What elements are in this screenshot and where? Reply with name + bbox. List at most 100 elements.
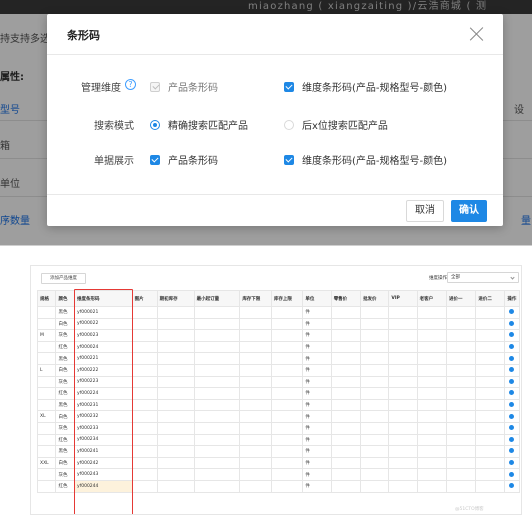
edit-icon[interactable] [509,483,515,489]
empty-cell[interactable] [131,317,158,331]
empty-cell[interactable] [193,410,241,423]
edit-icon[interactable] [509,320,515,326]
price-cell[interactable] [330,398,362,412]
price-cell[interactable] [445,363,477,377]
edit-icon[interactable] [509,425,515,431]
empty-cell[interactable] [270,410,304,423]
edit-icon[interactable] [509,367,515,373]
price-cell[interactable] [416,317,448,331]
price-cell[interactable] [416,329,448,342]
price-cell[interactable] [330,375,362,389]
barcode-cell[interactable]: yf000222 [73,363,133,377]
price-cell[interactable] [388,410,418,423]
price-cell[interactable] [475,468,505,481]
price-cell[interactable] [445,445,477,458]
empty-cell[interactable] [131,306,158,319]
price-cell[interactable] [360,317,390,331]
empty-cell[interactable] [131,456,158,470]
price-cell[interactable] [360,479,390,493]
cancel-button[interactable]: 取消 [406,200,444,222]
empty-cell[interactable] [131,329,158,342]
empty-cell[interactable] [239,479,272,493]
edit-icon[interactable] [509,344,515,350]
radio-selected-icon[interactable] [150,119,160,130]
price-cell[interactable] [388,340,418,354]
price-cell[interactable] [445,317,477,331]
price-cell[interactable] [360,456,390,470]
barcode-cell[interactable]: yf000243 [73,468,133,481]
price-cell[interactable] [330,433,362,447]
price-cell[interactable] [360,421,390,435]
empty-cell[interactable] [239,421,272,435]
edit-icon[interactable] [509,309,515,315]
empty-cell[interactable] [239,456,272,470]
price-cell[interactable] [360,445,390,458]
price-cell[interactable] [360,410,390,423]
price-cell[interactable] [445,329,477,342]
price-cell[interactable] [388,363,418,377]
price-cell[interactable] [475,363,505,377]
price-cell[interactable] [445,421,477,435]
price-cell[interactable] [330,329,362,342]
barcode-cell[interactable]: yf000244 [73,479,133,493]
price-cell[interactable] [445,387,477,400]
barcode-cell[interactable]: yf000242 [73,456,133,470]
empty-cell[interactable] [239,306,272,319]
empty-cell[interactable] [193,468,241,481]
empty-cell[interactable] [239,387,272,400]
price-cell[interactable] [416,421,448,435]
edit-icon[interactable] [509,448,515,454]
price-cell[interactable] [388,329,418,342]
price-cell[interactable] [388,479,418,493]
price-cell[interactable] [388,352,418,365]
price-cell[interactable] [475,456,505,470]
edit-icon[interactable] [509,413,515,419]
edit-icon[interactable] [509,378,515,384]
empty-cell[interactable] [131,445,158,458]
empty-cell[interactable] [239,410,272,423]
price-cell[interactable] [445,375,477,389]
empty-cell[interactable] [156,317,195,331]
price-cell[interactable] [388,398,418,412]
price-cell[interactable] [330,387,362,400]
empty-cell[interactable] [193,363,241,377]
barcode-cell[interactable]: yf000221 [73,352,133,365]
empty-cell[interactable] [156,433,195,447]
empty-cell[interactable] [239,398,272,412]
empty-cell[interactable] [156,352,195,365]
price-cell[interactable] [475,329,505,342]
price-cell[interactable] [330,456,362,470]
empty-cell[interactable] [270,387,304,400]
empty-cell[interactable] [239,317,272,331]
empty-cell[interactable] [193,306,241,319]
price-cell[interactable] [360,398,390,412]
price-cell[interactable] [330,479,362,493]
price-cell[interactable] [445,468,477,481]
empty-cell[interactable] [270,468,304,481]
empty-cell[interactable] [156,456,195,470]
price-cell[interactable] [445,433,477,447]
price-cell[interactable] [388,433,418,447]
barcode-cell[interactable]: yf000232 [73,410,133,423]
price-cell[interactable] [360,363,390,377]
empty-cell[interactable] [156,329,195,342]
empty-cell[interactable] [156,445,195,458]
option-dimension-barcode[interactable]: 维度条形码(产品-规格型号-颜色) [284,79,447,94]
empty-cell[interactable] [270,479,304,493]
empty-cell[interactable] [193,329,241,342]
empty-cell[interactable] [239,433,272,447]
empty-cell[interactable] [131,479,158,493]
price-cell[interactable] [388,468,418,481]
edit-icon[interactable] [509,332,515,338]
barcode-cell[interactable]: yf000023 [73,329,133,342]
empty-cell[interactable] [156,363,195,377]
empty-cell[interactable] [193,387,241,400]
price-cell[interactable] [388,317,418,331]
empty-cell[interactable] [193,398,241,412]
empty-cell[interactable] [156,479,195,493]
price-cell[interactable] [330,410,362,423]
price-cell[interactable] [360,375,390,389]
price-cell[interactable] [416,340,448,354]
edit-icon[interactable] [509,390,515,396]
empty-cell[interactable] [239,363,272,377]
